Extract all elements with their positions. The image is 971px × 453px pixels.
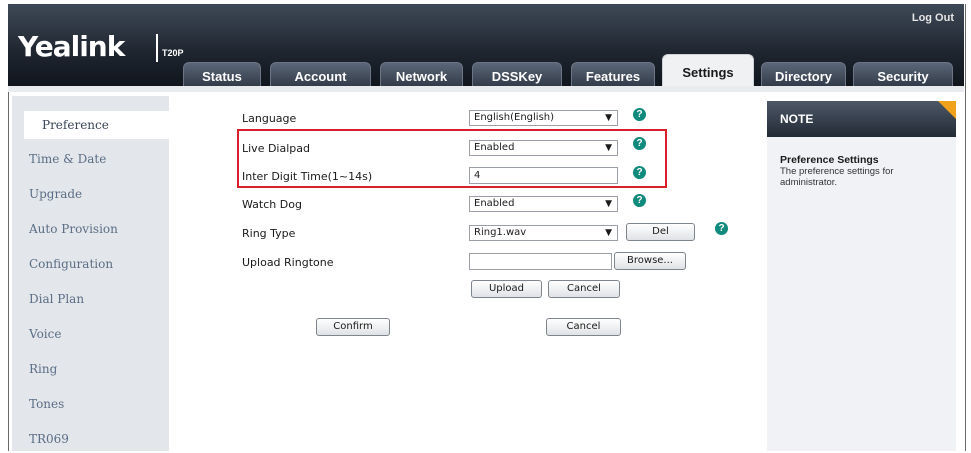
chevron-down-icon: ▼	[605, 228, 612, 238]
logo-separator	[156, 34, 158, 62]
note-panel: NOTE Preference Settings The preference …	[767, 101, 956, 451]
delete-ringtone-button[interactable]: Del	[626, 223, 695, 241]
model-label: T20P	[162, 48, 184, 58]
watch-dog-label: Watch Dog	[242, 198, 302, 211]
help-icon[interactable]: ?	[633, 194, 646, 207]
ring-type-value: Ring1.wav	[474, 227, 527, 238]
language-select[interactable]: English(English) ▼	[469, 110, 618, 126]
sidebar: Preference Time & Date Upgrade Auto Prov…	[12, 96, 169, 451]
sidebar-item-ring[interactable]: Ring	[12, 355, 169, 383]
brand-logo: Yealink	[18, 30, 125, 63]
upload-button[interactable]: Upload	[471, 280, 542, 298]
sidebar-item-tr069[interactable]: TR069	[12, 425, 169, 453]
sidebar-item-dial-plan[interactable]: Dial Plan	[12, 285, 169, 313]
upload-ringtone-label: Upload Ringtone	[242, 256, 334, 269]
sidebar-item-auto-provision[interactable]: Auto Provision	[12, 215, 169, 243]
note-title: Preference Settings	[780, 154, 879, 166]
sidebar-item-upgrade[interactable]: Upgrade	[12, 180, 169, 208]
note-corner-decoration	[938, 101, 956, 119]
tab-settings[interactable]: Settings	[662, 54, 754, 90]
watch-dog-select[interactable]: Enabled ▼	[469, 196, 618, 212]
highlight-box	[237, 129, 667, 188]
help-icon[interactable]: ?	[633, 108, 646, 121]
watch-dog-value: Enabled	[474, 198, 515, 209]
sidebar-item-preference[interactable]: Preference	[24, 111, 169, 139]
confirm-button[interactable]: Confirm	[316, 318, 390, 336]
language-value: English(English)	[474, 112, 555, 123]
upload-cancel-button[interactable]: Cancel	[548, 280, 620, 298]
ringtone-file-input[interactable]	[469, 253, 612, 270]
help-icon[interactable]: ?	[715, 222, 728, 235]
sidebar-item-configuration[interactable]: Configuration	[12, 250, 169, 278]
language-label: Language	[242, 112, 297, 125]
cancel-button[interactable]: Cancel	[546, 318, 621, 336]
note-text: The preference settings for administrato…	[780, 166, 894, 188]
ring-type-select[interactable]: Ring1.wav ▼	[469, 225, 618, 241]
sidebar-item-voice[interactable]: Voice	[12, 320, 169, 348]
ring-type-label: Ring Type	[242, 227, 296, 240]
sidebar-item-tones[interactable]: Tones	[12, 390, 169, 418]
tab-band	[8, 86, 964, 92]
chevron-down-icon: ▼	[605, 199, 612, 209]
browse-button[interactable]: Browse...	[614, 252, 686, 270]
sidebar-item-time-date[interactable]: Time & Date	[12, 145, 169, 173]
logout-link[interactable]: Log Out	[912, 12, 954, 24]
note-heading: NOTE	[767, 101, 956, 137]
chevron-down-icon: ▼	[605, 113, 612, 123]
header-bar: Yealink T20P Log Out Status Account Netw…	[8, 4, 964, 90]
